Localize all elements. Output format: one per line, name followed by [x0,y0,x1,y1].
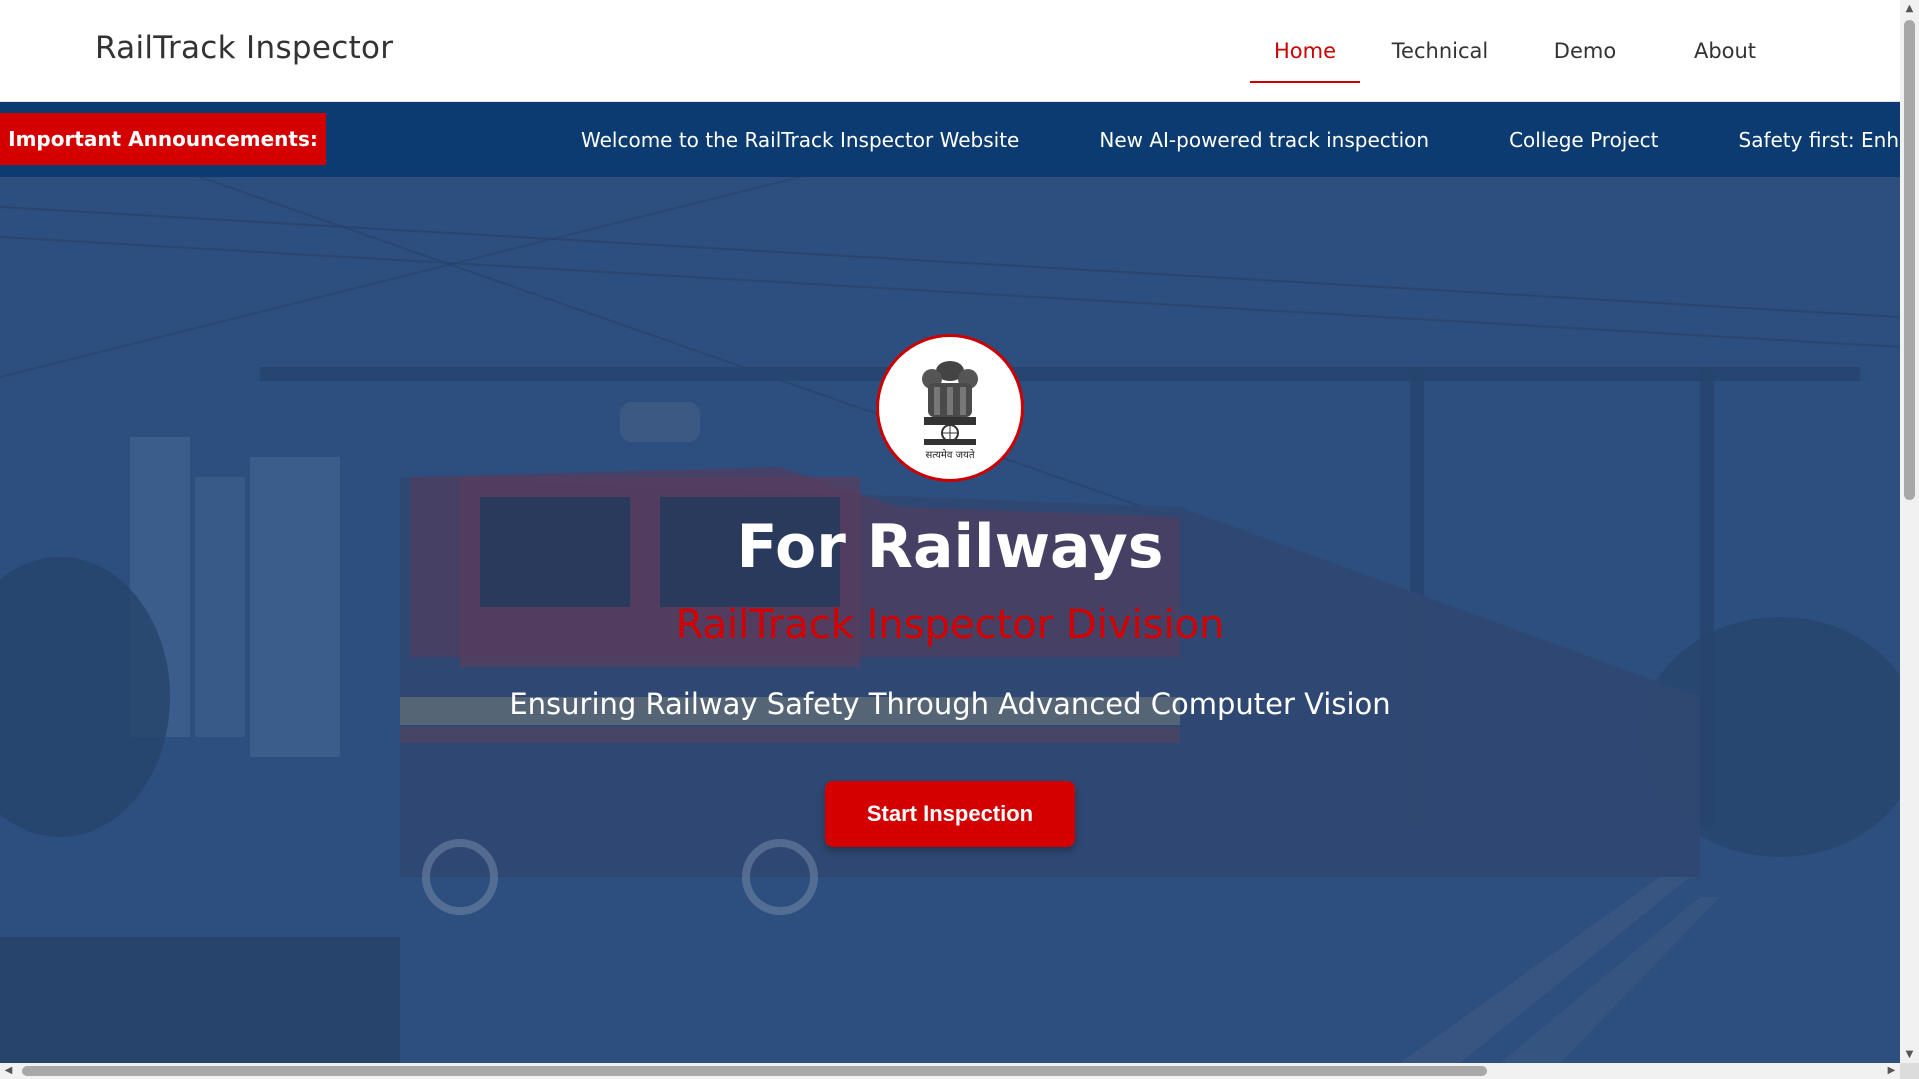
scroll-down-icon[interactable]: ▼ [1900,1046,1919,1063]
vertical-scrollbar[interactable]: ▲ ▼ [1900,0,1919,1063]
hero-title: For Railways [736,512,1164,582]
site-brand[interactable]: RailTrack Inspector [95,30,393,66]
site-header: RailTrack Inspector Home Technical Demo … [0,0,1900,102]
horizontal-scrollbar[interactable]: ◀ ▶ [0,1063,1900,1079]
main-nav: Home Technical Demo About [1220,0,1800,102]
emblem-motto: सत्यमेव जयते [925,450,975,461]
announcement-item: Safety first: Enh [1738,127,1900,152]
scroll-up-icon[interactable]: ▲ [1900,0,1919,17]
horizontal-scroll-thumb[interactable] [22,1066,1487,1076]
scrollbar-corner [1900,1063,1919,1079]
scroll-right-icon[interactable]: ▶ [1883,1063,1900,1079]
nav-demo[interactable]: Demo [1520,0,1650,102]
nav-about[interactable]: About [1650,0,1800,102]
nav-technical[interactable]: Technical [1360,0,1520,102]
hero-subtitle: RailTrack Inspector Division [675,602,1225,648]
emblem-badge: सत्यमेव जयते [876,334,1024,482]
announcement-item: New AI-powered track inspection [1099,127,1430,152]
scroll-left-icon[interactable]: ◀ [0,1063,17,1079]
hero-section: सत्यमेव जयते For Railways RailTrack Insp… [0,177,1900,1063]
announcement-ticker: Welcome to the RailTrack Inspector Websi… [581,102,1900,177]
announcement-item: College Project [1509,127,1659,152]
vertical-scroll-thumb[interactable] [1904,20,1915,500]
nav-home[interactable]: Home [1250,0,1360,102]
announcement-item: Welcome to the RailTrack Inspector Websi… [581,127,1020,152]
start-inspection-button[interactable]: Start Inspection [825,781,1075,847]
hero-description: Ensuring Railway Safety Through Advanced… [509,687,1391,721]
hero-content: सत्यमेव जयते For Railways RailTrack Insp… [0,177,1900,1063]
announcement-label: Important Announcements: [0,113,326,165]
announcement-bar: Welcome to the RailTrack Inspector Websi… [0,102,1900,177]
